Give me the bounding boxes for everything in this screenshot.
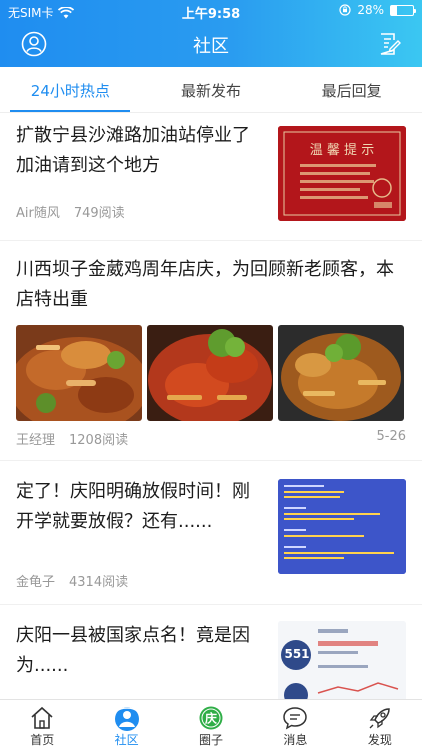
home-icon: [31, 706, 53, 729]
article-thumbnail: 551: [278, 621, 406, 699]
article-item[interactable]: 定了！庆阳明确放假时间！刚开学就要放假？还有...... 金龟子 4314阅读: [0, 461, 422, 605]
circle-icon: 庆: [199, 706, 223, 730]
article-title: 庆阳一县被国家点名！竟是因为......: [16, 625, 250, 676]
article-item[interactable]: 川西坝子金葳鸡周年店庆，为回顾新老顾客，本店特出重 王经理 1208阅读 5-2…: [0, 241, 422, 461]
article-thumbnail: 温 馨 提 示: [278, 126, 406, 221]
article-title: 定了！庆阳明确放假时间！刚开学就要放假？还有......: [16, 481, 250, 532]
article-meta: 王经理 1208阅读 5-26: [16, 429, 406, 448]
article-image-row: [16, 325, 404, 421]
tabbar-item-discover[interactable]: 发现: [338, 700, 422, 750]
article-image: [278, 325, 404, 421]
article-author: Air随风: [16, 206, 60, 221]
tabbar-label: 首页: [30, 733, 55, 747]
tabbar-item-home[interactable]: 首页: [0, 700, 84, 750]
tabbar-item-circle[interactable]: 庆 圈子: [169, 700, 253, 750]
edit-icon: [380, 33, 401, 55]
infographic-number: 551: [284, 647, 310, 661]
tabbar-item-messages[interactable]: 消息: [253, 700, 337, 750]
tabbar-label: 社区: [114, 733, 139, 747]
battery-fill: [391, 5, 398, 15]
article-meta: Air随风 749阅读: [16, 202, 125, 221]
message-icon: [283, 707, 308, 730]
article-image: [16, 325, 142, 421]
community-icon: [114, 707, 139, 731]
tab-latest[interactable]: 最新发布: [141, 67, 282, 112]
battery-percent: 28%: [357, 3, 384, 17]
tab-hot-24h[interactable]: 24小时热点: [0, 67, 141, 112]
nav-bar: 社区: [0, 22, 422, 67]
article-reads: 4314阅读: [69, 575, 129, 590]
article-title: 川西坝子金葳鸡周年店庆，为回顾新老顾客，本店特出重: [16, 259, 394, 310]
tabbar-label: 消息: [283, 733, 308, 747]
tab-last-reply[interactable]: 最后回复: [281, 67, 422, 112]
article-reads: 1208阅读: [69, 433, 129, 448]
article-author: 金龟子: [16, 575, 56, 590]
article-author: 王经理: [16, 433, 56, 448]
thumbnail-caption: 温 馨 提 示: [309, 143, 375, 158]
page-title: 社区: [193, 36, 229, 57]
battery-icon: [390, 4, 416, 16]
article-item[interactable]: 扩散宁县沙滩路加油站停业了加油请到这个地方 Air随风 749阅读 温 馨 提 …: [0, 113, 422, 241]
article-feed: 扩散宁县沙滩路加油站停业了加油请到这个地方 Air随风 749阅读 温 馨 提 …: [0, 113, 422, 699]
status-bar: 无SIM卡 上午9:58 28%: [0, 0, 422, 22]
article-reads: 749阅读: [73, 206, 125, 221]
status-right: 28%: [339, 3, 416, 17]
rocket-icon: [369, 708, 390, 729]
article-title: 扩散宁县沙滩路加油站停业了加油请到这个地方: [16, 125, 250, 176]
tabbar-item-community[interactable]: 社区: [84, 700, 168, 750]
tabbar-label: 圈子: [199, 733, 224, 747]
app-header: 无SIM卡 上午9:58 28% 社区: [0, 0, 422, 67]
article-meta: 金龟子 4314阅读: [16, 571, 128, 590]
svg-text:庆: 庆: [204, 711, 217, 726]
feed-tabs: 24小时热点 最新发布 最后回复: [0, 67, 422, 113]
article-item[interactable]: 庆阳一县被国家点名！竟是因为...... 551: [0, 605, 422, 699]
article-date: 5-26: [376, 429, 406, 444]
schedule-poster-image: [278, 479, 406, 574]
article-thumbnail: [278, 479, 406, 574]
rotation-lock-icon: [339, 4, 351, 16]
compose-button[interactable]: [376, 30, 404, 58]
tabbar-label: 发现: [367, 733, 392, 747]
article-image: [147, 325, 273, 421]
bottom-tab-bar: 首页 社区 庆 圈子 消息 发现: [0, 699, 422, 750]
